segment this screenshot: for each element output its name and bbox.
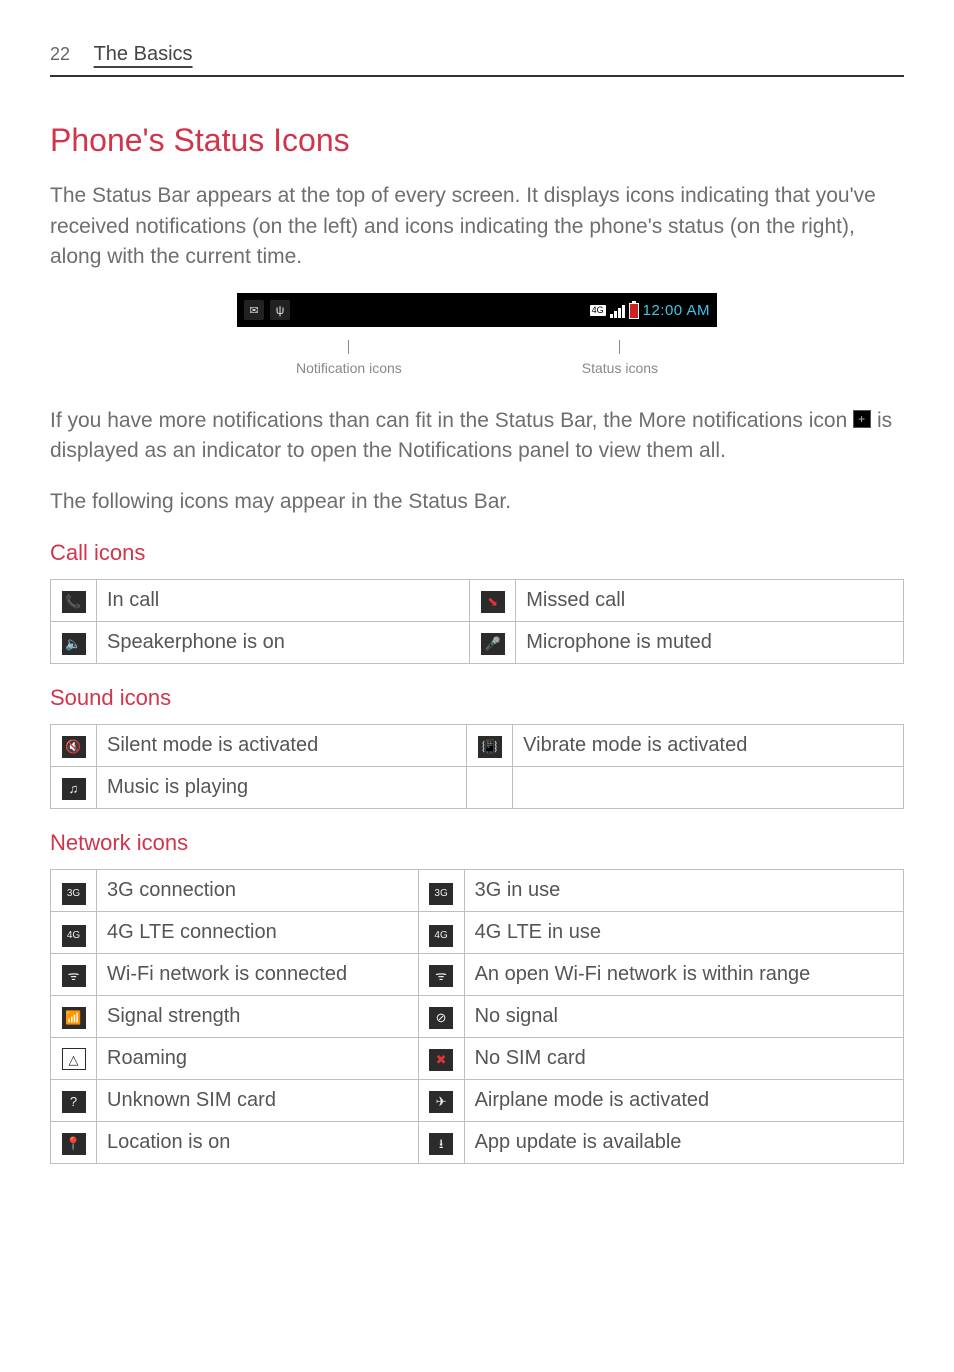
- table-row: 📍 Location is on ⭳ App update is availab…: [51, 1121, 904, 1163]
- more-notifications-icon: [853, 410, 871, 428]
- empty-cell: [513, 767, 904, 809]
- table-row: 🔈 Speakerphone is on 🎤 Microphone is mut…: [51, 622, 904, 664]
- mic-mute-icon: 🎤: [481, 633, 505, 655]
- callout-notification-icons: Notification icons: [296, 340, 402, 378]
- signal-icon: 📶: [62, 1007, 86, 1029]
- cell-label: Location is on: [97, 1121, 419, 1163]
- vibrate-icon: 📳: [478, 736, 502, 758]
- sound-icons-heading: Sound icons: [50, 682, 904, 714]
- phone-icon: 📞: [62, 591, 86, 613]
- cell-label: Speakerphone is on: [97, 622, 470, 664]
- network-icons-heading: Network icons: [50, 827, 904, 859]
- cell-label: 4G LTE connection: [97, 911, 419, 953]
- table-row: ᯤ Wi-Fi network is connected ᯤ An open W…: [51, 953, 904, 995]
- callout-left-label: Notification icons: [296, 358, 402, 378]
- table-row: ? Unknown SIM card ✈ Airplane mode is ac…: [51, 1079, 904, 1121]
- update-icon: ⭳: [429, 1133, 453, 1155]
- speakerphone-icon: 🔈: [62, 633, 86, 655]
- para2-a: If you have more notifications than can …: [50, 409, 853, 432]
- section-name: The Basics: [94, 43, 193, 65]
- cell-label: Signal strength: [97, 995, 419, 1037]
- cell-label: No signal: [464, 995, 903, 1037]
- cell-label: In call: [97, 580, 470, 622]
- page-number: 22: [50, 44, 70, 64]
- callout-right-label: Status icons: [582, 358, 658, 378]
- unknown-sim-icon: ?: [62, 1091, 86, 1113]
- 3g-conn-icon: 3G: [62, 883, 86, 905]
- table-row: 📞 In call ⬊ Missed call: [51, 580, 904, 622]
- silent-icon: 🔇: [62, 736, 86, 758]
- callout-status-icons: Status icons: [582, 340, 658, 378]
- table-row: 3G 3G connection 3G 3G in use: [51, 869, 904, 911]
- table-row: 📶 Signal strength ⊘ No signal: [51, 995, 904, 1037]
- cell-label: No SIM card: [464, 1037, 903, 1079]
- cell-label: 3G in use: [464, 869, 903, 911]
- cell-label: Music is playing: [97, 767, 467, 809]
- table-row: △ Roaming ✖ No SIM card: [51, 1037, 904, 1079]
- no-sim-icon: ✖: [429, 1049, 453, 1071]
- cell-label: Unknown SIM card: [97, 1079, 419, 1121]
- call-icons-table: 📞 In call ⬊ Missed call 🔈 Speakerphone i…: [50, 579, 904, 664]
- 4g-use-icon: 4G: [429, 925, 453, 947]
- wifi-icon: ᯤ: [62, 965, 86, 987]
- cell-label: An open Wi-Fi network is within range: [464, 953, 903, 995]
- page-header: 22 The Basics: [50, 40, 904, 77]
- more-notifications-paragraph: If you have more notifications than can …: [50, 406, 904, 467]
- cell-label: 3G connection: [97, 869, 419, 911]
- airplane-icon: ✈: [429, 1091, 453, 1113]
- music-icon: ♫: [62, 778, 86, 800]
- battery-icon: [629, 303, 639, 319]
- usb-icon: [270, 300, 290, 320]
- cell-label: Roaming: [97, 1037, 419, 1079]
- cell-label: Silent mode is activated: [97, 725, 467, 767]
- statusbar-figure: 4G 12:00 AM Notification icons Status ic…: [50, 293, 904, 378]
- 4g-conn-icon: 4G: [62, 925, 86, 947]
- cell-label: Microphone is muted: [516, 622, 904, 664]
- cell-label: Vibrate mode is activated: [513, 725, 904, 767]
- table-row: 4G 4G LTE connection 4G 4G LTE in use: [51, 911, 904, 953]
- call-icons-heading: Call icons: [50, 537, 904, 569]
- no-signal-icon: ⊘: [429, 1007, 453, 1029]
- page-title: Phone's Status Icons: [50, 117, 904, 163]
- missed-call-icon: ⬊: [481, 591, 505, 613]
- wifi-open-icon: ᯤ: [429, 965, 453, 987]
- table-row: ♫ Music is playing: [51, 767, 904, 809]
- signal-bars-icon: [610, 304, 625, 318]
- statusbar-time: 12:00 AM: [643, 300, 710, 322]
- following-icons-paragraph: The following icons may appear in the St…: [50, 487, 904, 517]
- message-icon: [244, 300, 264, 320]
- intro-paragraph: The Status Bar appears at the top of eve…: [50, 181, 904, 272]
- cell-label: Wi-Fi network is connected: [97, 953, 419, 995]
- roaming-icon: △: [62, 1048, 86, 1070]
- table-row: 🔇 Silent mode is activated 📳 Vibrate mod…: [51, 725, 904, 767]
- cell-label: App update is available: [464, 1121, 903, 1163]
- lte-badge-icon: 4G: [590, 305, 606, 316]
- cell-label: Airplane mode is activated: [464, 1079, 903, 1121]
- cell-label: Missed call: [516, 580, 904, 622]
- 3g-use-icon: 3G: [429, 883, 453, 905]
- empty-cell: [467, 767, 513, 809]
- statusbar-mock: 4G 12:00 AM: [237, 293, 717, 327]
- network-icons-table: 3G 3G connection 3G 3G in use 4G 4G LTE …: [50, 869, 904, 1164]
- cell-label: 4G LTE in use: [464, 911, 903, 953]
- location-icon: 📍: [62, 1133, 86, 1155]
- sound-icons-table: 🔇 Silent mode is activated 📳 Vibrate mod…: [50, 724, 904, 809]
